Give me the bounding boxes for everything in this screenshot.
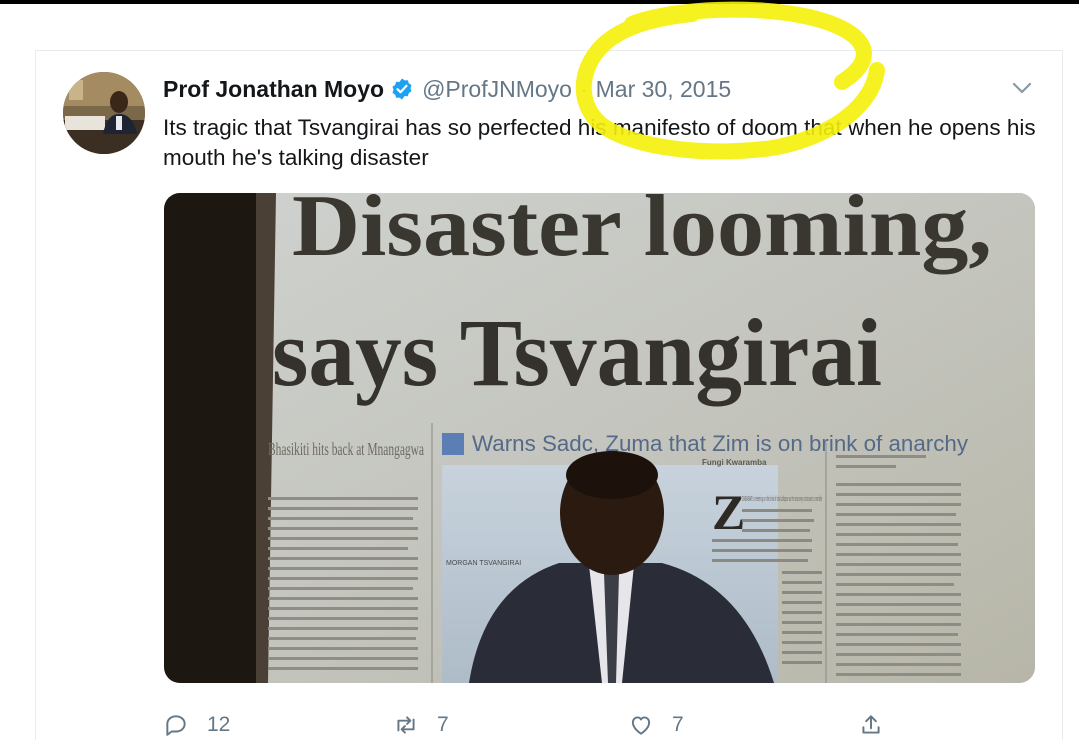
column-text: ZIMBABWE is teetering on the brink of to… xyxy=(742,496,822,503)
card-border-right xyxy=(1062,50,1063,740)
tweet-media-image[interactable]: Disaster looming, says Tsvangirai Warns … xyxy=(164,193,1035,683)
share-icon xyxy=(862,715,880,734)
like-button[interactable]: 7 xyxy=(628,712,684,738)
reply-count: 12 xyxy=(207,713,231,736)
avatar[interactable] xyxy=(63,72,145,154)
like-count: 7 xyxy=(672,713,684,736)
top-border xyxy=(0,0,1079,4)
author-handle[interactable]: @ProfJNMoyo xyxy=(422,76,572,103)
svg-text:Z: Z xyxy=(712,484,745,540)
subhead: Warns Sadc, Zuma that Zim is on brink of… xyxy=(472,431,968,456)
author-name[interactable]: Prof Jonathan Moyo xyxy=(163,76,384,103)
share-button[interactable] xyxy=(858,712,902,738)
reply-button[interactable]: 12 xyxy=(163,712,230,738)
headline-line1: Disaster looming, xyxy=(292,193,992,275)
card-border-left xyxy=(35,50,36,740)
separator-dot: · xyxy=(579,75,588,102)
chevron-down-icon[interactable] xyxy=(1010,78,1034,98)
side-headline: Bhasikiti hits back at Mnangagwa xyxy=(268,439,424,459)
tweet-actions: 12 7 7 xyxy=(163,712,923,742)
retweet-count: 7 xyxy=(437,713,449,736)
like-icon xyxy=(631,716,651,735)
card-border xyxy=(35,50,1063,51)
photo-caption: MORGAN TSVANGIRAI xyxy=(446,560,521,567)
retweet-button[interactable]: 7 xyxy=(393,712,449,738)
retweet-icon xyxy=(397,716,415,734)
tweet-date[interactable]: Mar 30, 2015 xyxy=(596,76,732,103)
verified-badge-icon xyxy=(390,77,414,101)
tweet-header: Prof Jonathan Moyo @ProfJNMoyo · Mar 30,… xyxy=(163,73,731,105)
headline-line2: says Tsvangirai xyxy=(272,299,882,406)
tweet-text: Its tragic that Tsvangirai has so perfec… xyxy=(163,115,1036,170)
byline: Fungi Kwaramba xyxy=(702,458,767,467)
reply-icon xyxy=(166,715,186,736)
